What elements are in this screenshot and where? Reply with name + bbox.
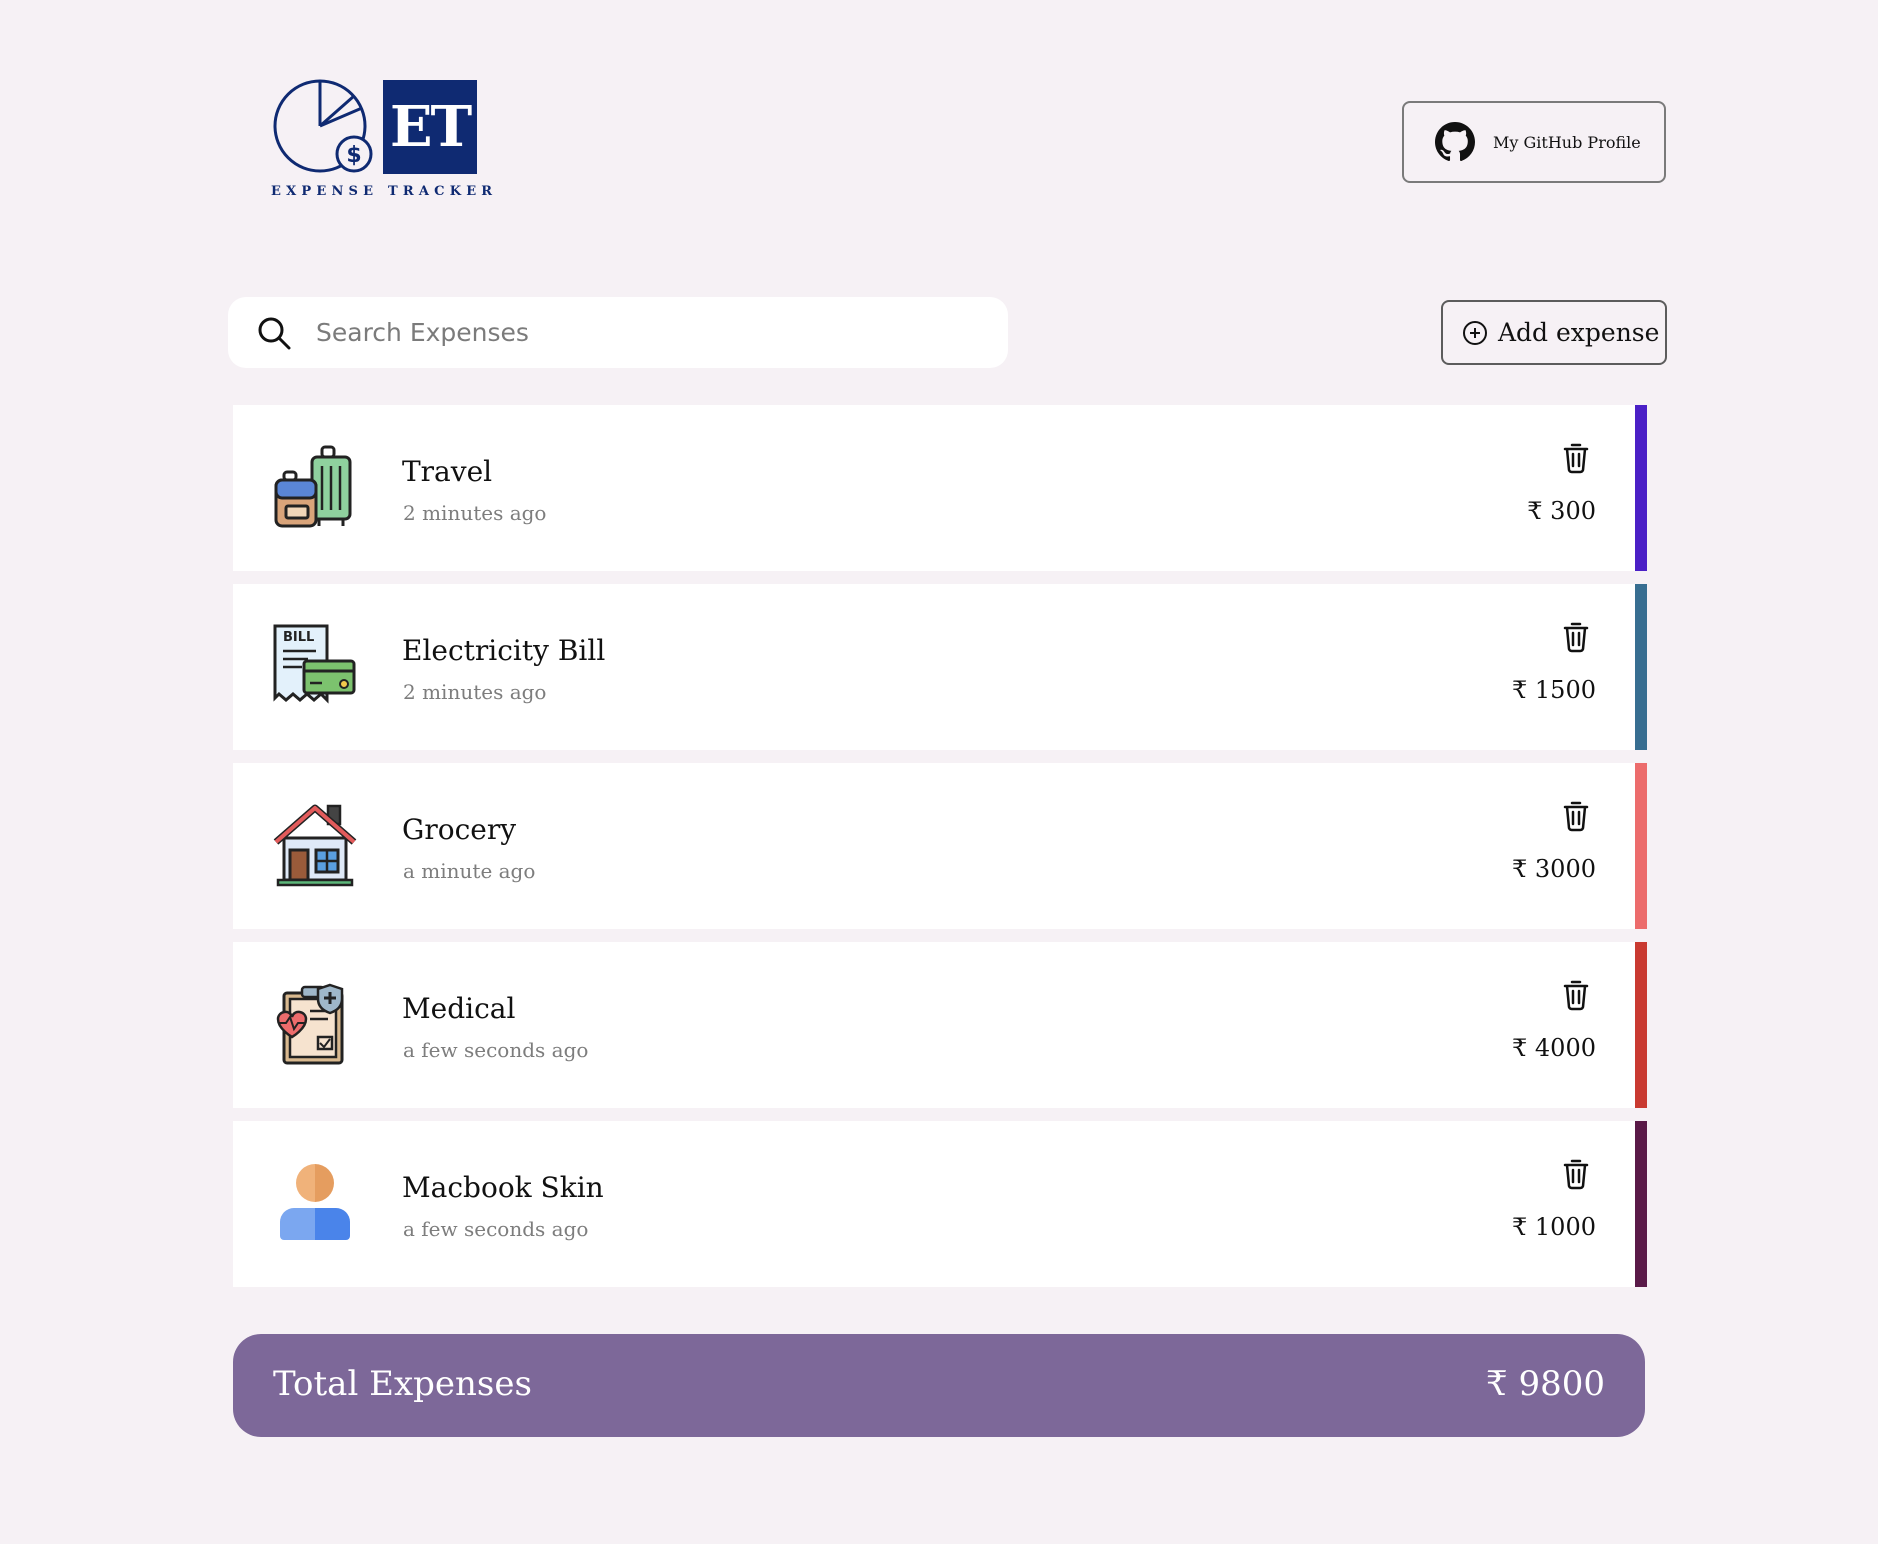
expense-time: a minute ago [403,859,536,883]
luggage-icon [272,444,358,530]
add-expense-button[interactable]: Add expense [1441,300,1667,365]
logo-caption: EXPENSE TRACKER [271,184,498,199]
expense-row: Macbook Skin a few seconds ago ₹ 1000 [233,1121,1647,1287]
expense-title: Macbook Skin [402,1171,604,1204]
search-input[interactable] [314,317,958,348]
github-profile-button[interactable]: My GitHub Profile [1402,101,1666,183]
add-expense-label: Add expense [1498,318,1660,347]
trash-icon[interactable] [1562,979,1590,1011]
trash-icon[interactable] [1562,1158,1590,1190]
row-accent-bar [1635,942,1647,1108]
plus-circle-icon [1463,320,1487,345]
expense-row: Grocery a minute ago ₹ 3000 [233,763,1647,929]
trash-icon[interactable] [1562,800,1590,832]
trash-icon[interactable] [1562,442,1590,474]
expense-row: Travel 2 minutes ago ₹ 300 [233,405,1647,571]
total-label: Total Expenses [273,1364,532,1404]
total-expenses-bar: Total Expenses ₹ 9800 [233,1334,1645,1437]
medical-report-icon [272,981,358,1067]
logo-monogram: ET [383,80,477,174]
person-icon [272,1160,358,1246]
search-icon [258,317,291,349]
expense-title: Electricity Bill [402,634,606,667]
expense-amount: ₹ 3000 [1512,855,1596,883]
expense-time: 2 minutes ago [403,501,547,525]
expense-title: Medical [402,992,516,1025]
row-accent-bar [1635,405,1647,571]
row-accent-bar [1635,584,1647,750]
pie-chart-dollar-icon: $ [273,79,373,173]
trash-icon[interactable] [1562,621,1590,653]
app-logo: $ ET EXPENSE TRACKER [270,78,498,204]
expense-row: Medical a few seconds ago ₹ 4000 [233,942,1647,1108]
house-icon [272,802,358,888]
expense-row: BILL Electricity Bill 2 minutes ago ₹ 15… [233,584,1647,750]
row-accent-bar [1635,763,1647,929]
bill-icon: BILL [272,623,358,709]
expense-amount: ₹ 4000 [1512,1034,1596,1062]
expense-title: Grocery [402,813,517,846]
expense-list: Travel 2 minutes ago ₹ 300 BILL Electric… [233,405,1647,1300]
expense-time: 2 minutes ago [403,680,547,704]
search-bar[interactable] [228,297,1008,368]
expense-time: a few seconds ago [403,1038,589,1062]
expense-amount: ₹ 300 [1527,497,1596,525]
row-accent-bar [1635,1121,1647,1287]
github-button-label: My GitHub Profile [1493,132,1641,152]
expense-amount: ₹ 1500 [1512,676,1596,704]
github-icon [1435,122,1475,162]
total-value: ₹ 9800 [1486,1364,1605,1404]
expense-time: a few seconds ago [403,1217,589,1241]
expense-title: Travel [402,455,493,488]
expense-amount: ₹ 1000 [1512,1213,1596,1241]
svg-text:$: $ [346,143,361,168]
bill-icon-text: BILL [283,630,314,645]
